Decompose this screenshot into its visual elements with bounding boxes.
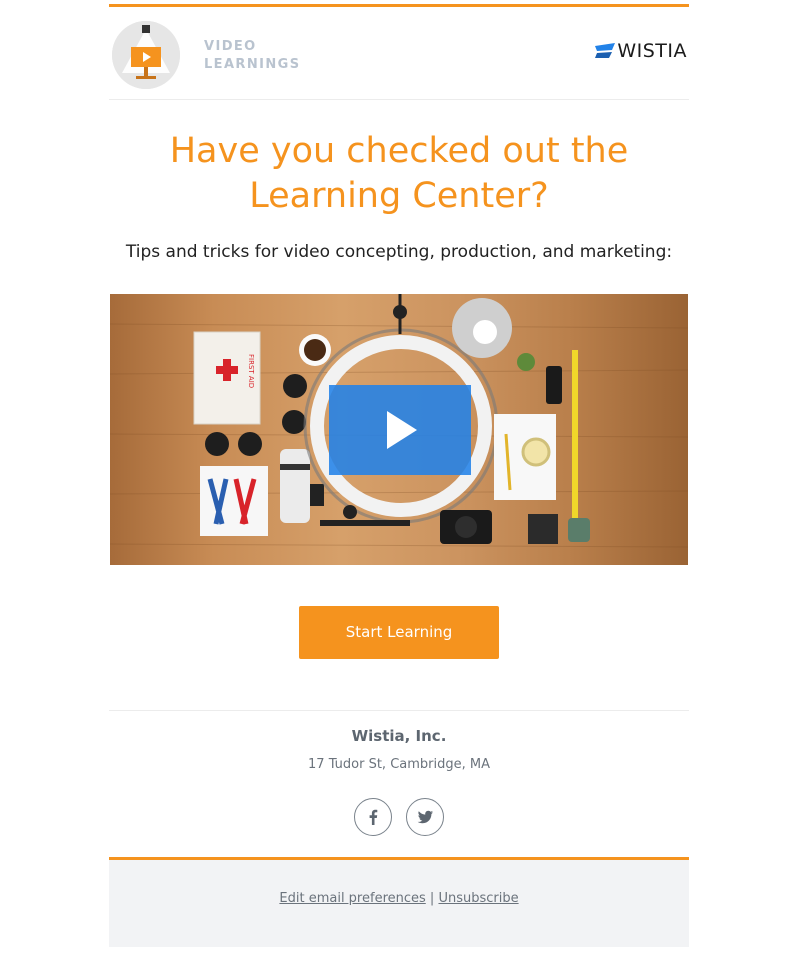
twitter-button[interactable] (405, 798, 444, 836)
wistia-mark-icon (595, 43, 616, 58)
wistia-logo[interactable]: WISTIA (595, 40, 687, 62)
video-thumbnail[interactable]: FIRST AID (110, 294, 688, 565)
wistia-wordmark: WISTIA (617, 40, 687, 62)
first-aid-label: FIRST AID (247, 354, 255, 388)
email-header: VIDEO LEARNINGS WISTIA (109, 7, 689, 100)
footer-separator: | (429, 891, 435, 906)
facebook-button[interactable] (354, 798, 393, 836)
start-learning-button[interactable]: Start Learning (299, 606, 499, 659)
social-links (109, 798, 689, 836)
headline-line-2: Learning Center? (249, 176, 549, 216)
video-play-button[interactable] (329, 385, 471, 475)
footer-divider (109, 710, 689, 711)
unsubscribe-link[interactable]: Unsubscribe (438, 891, 518, 906)
twitter-icon (417, 810, 433, 824)
email-footer: Edit email preferences | Unsubscribe (109, 860, 689, 947)
brand-line-1: VIDEO (204, 39, 257, 54)
play-icon (387, 411, 417, 449)
brand-line-2: LEARNINGS (204, 57, 301, 72)
subtitle: Tips and tricks for video concepting, pr… (125, 242, 673, 262)
company-name: Wistia, Inc. (351, 727, 447, 745)
company-address: 17 Tudor St, Cambridge, MA (308, 757, 490, 772)
brand-title: VIDEO LEARNINGS (204, 38, 300, 74)
edit-preferences-link[interactable]: Edit email preferences (279, 891, 425, 906)
headline: Have you checked out the Learning Center… (109, 129, 689, 219)
video-learnings-logo-icon (112, 21, 180, 89)
facebook-icon (370, 809, 378, 825)
headline-line-1: Have you checked out the (169, 131, 629, 171)
email-container: VIDEO LEARNINGS WISTIA Have you checked … (109, 4, 689, 947)
